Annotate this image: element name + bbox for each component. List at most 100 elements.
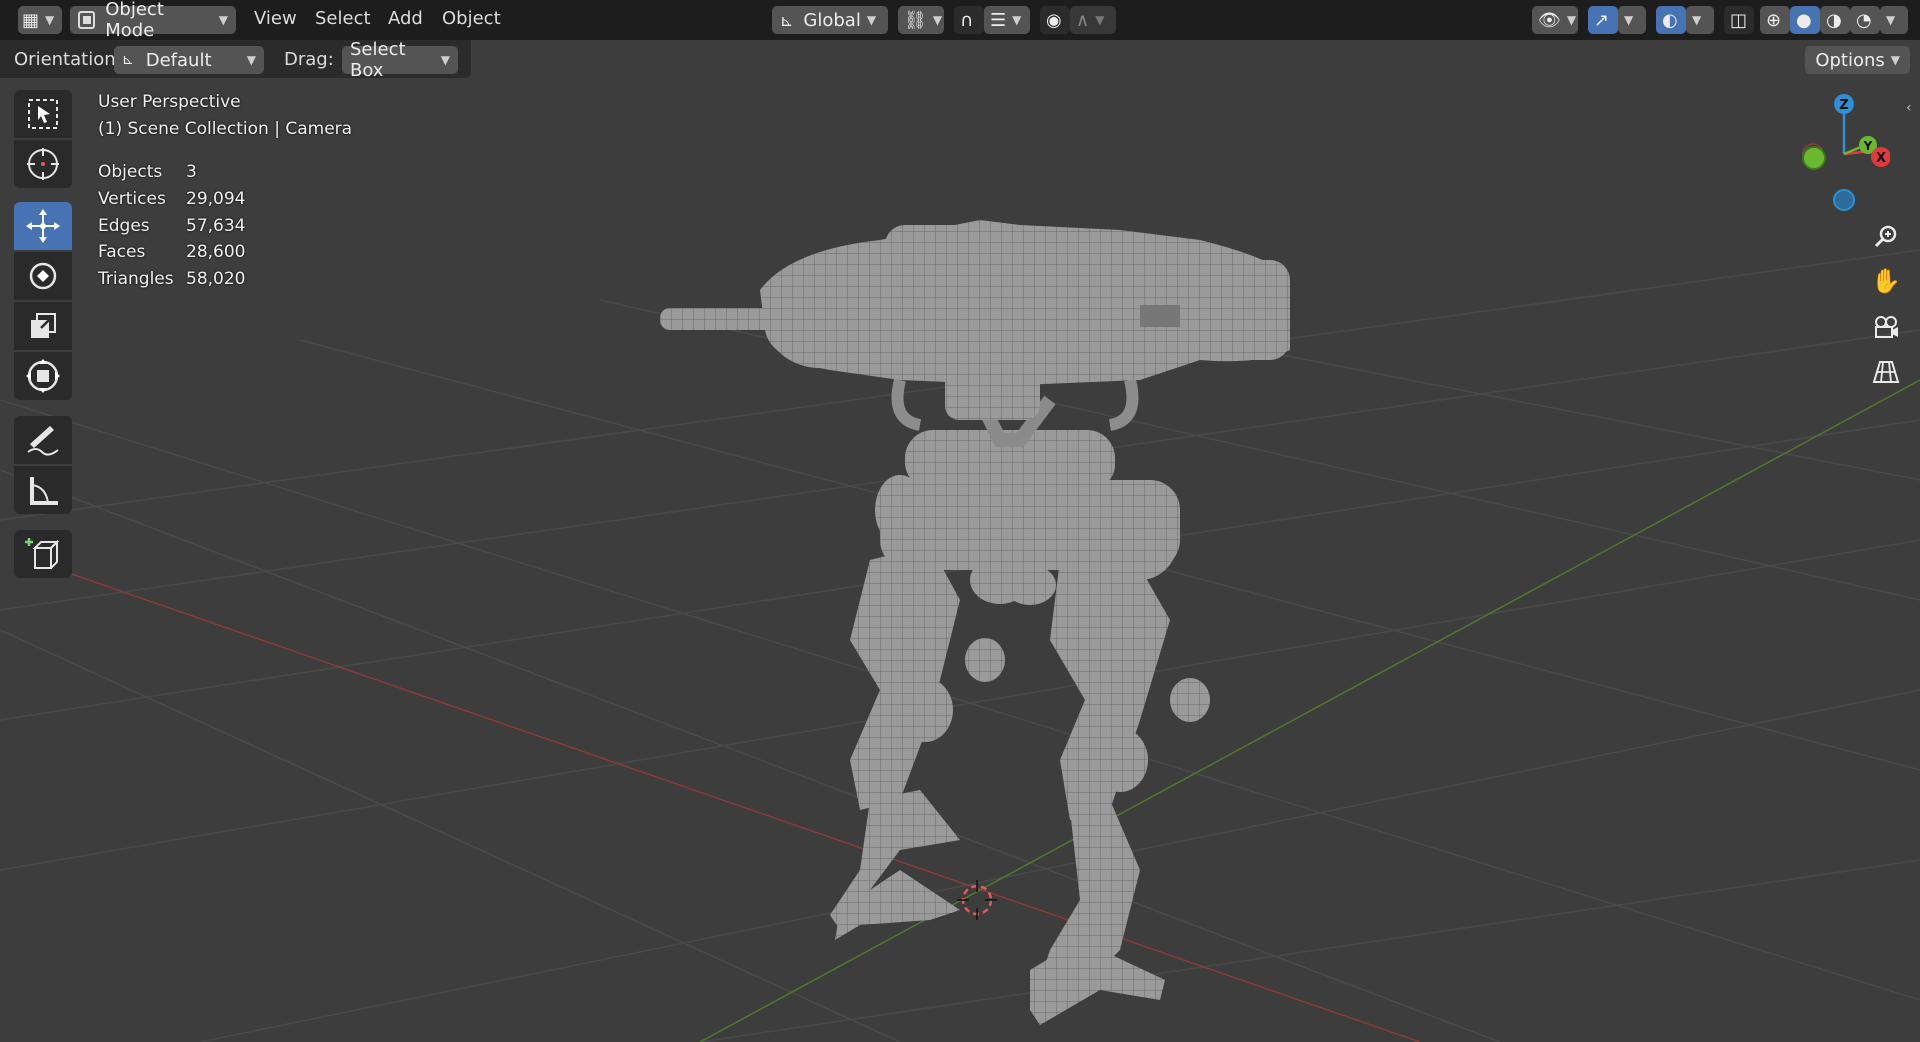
shading-options[interactable]: ▼ (1880, 6, 1908, 34)
proportional-falloff-select[interactable]: ∧ ▼ (1070, 6, 1116, 34)
solid-sphere-icon: ● (1796, 9, 1812, 31)
material-sphere-icon: ◑ (1826, 9, 1842, 31)
hand-icon: ✋ (1871, 267, 1901, 295)
annotate-tool[interactable] (14, 416, 72, 464)
chevron-down-icon: ▼ (246, 53, 256, 67)
measure-tool[interactable] (14, 466, 72, 514)
drag-select[interactable]: Select Box ▼ (342, 39, 458, 81)
stat-label: Faces (98, 242, 146, 262)
magnet-icon: ∩ (960, 9, 974, 31)
chevron-down-icon: ▼ (218, 13, 228, 27)
perspective-toggle-button[interactable] (1868, 354, 1904, 390)
chevron-down-icon: ▼ (1012, 13, 1022, 27)
shading-material-button[interactable]: ◑ (1820, 6, 1850, 34)
transform-icon (26, 359, 60, 393)
collection-info: (1) Scene Collection | Camera (98, 119, 353, 139)
view-name: User Perspective (98, 92, 241, 112)
viewport-header: ▦ ▼ Object Mode ▼ View Select Add Object … (0, 0, 1920, 41)
snap-toggle[interactable]: ∩ (954, 6, 984, 34)
zoom-button[interactable] (1868, 218, 1904, 254)
chevron-down-icon: ▼ (1624, 13, 1634, 27)
chevron-down-icon: ▼ (440, 53, 450, 67)
stat-value: 28,600 (186, 242, 246, 262)
chevron-down-icon: ▼ (866, 13, 877, 27)
overlays-icon: ◐ (1662, 9, 1678, 31)
tool-settings-bar: Orientation: ⊾ Default ▼ Drag: Select Bo… (0, 39, 471, 81)
navigation-gizmo[interactable]: Z Y X (1780, 88, 1890, 218)
stat-value: 3 (186, 162, 197, 182)
zoom-magnifier-icon (1874, 225, 1897, 248)
gizmo-icon: ↗ (1594, 9, 1610, 31)
gizmo-y-label: Y (1863, 139, 1873, 153)
chevron-down-icon: ▼ (45, 13, 55, 27)
chevron-down-icon: ▼ (932, 13, 943, 27)
stat-label: Objects (98, 162, 163, 182)
pivot-point-select[interactable]: ⛓ ▼ (898, 6, 944, 34)
drag-label: Drag: (284, 49, 334, 70)
overlays-toggle[interactable]: ◐ (1656, 6, 1686, 34)
orientation-label: Orientation: (14, 49, 122, 70)
snap-target-select[interactable]: ☰ ▼ (984, 6, 1030, 34)
camera-view-button[interactable] (1868, 309, 1904, 345)
stat-value: 58,020 (186, 269, 246, 289)
options-label: Options (1815, 49, 1885, 71)
pan-button[interactable]: ✋ (1868, 263, 1904, 299)
stat-value: 57,634 (186, 216, 246, 236)
scale-icon (31, 313, 56, 338)
sidebar-toggle-arrow[interactable]: ‹ (1906, 100, 1912, 116)
proportional-edit-toggle[interactable]: ◉ (1040, 6, 1070, 34)
menu-object[interactable]: Object (442, 8, 501, 29)
grid-editor-icon: ▦ (22, 9, 40, 31)
orientation-value: Default (145, 49, 212, 71)
annotate-icon (27, 426, 59, 456)
drag-value: Select Box (350, 39, 406, 81)
chevron-down-icon: ▼ (1890, 53, 1900, 67)
move-tool[interactable] (14, 202, 72, 250)
options-button[interactable]: Options ▼ (1805, 46, 1910, 74)
chevron-down-icon: ▼ (1692, 13, 1702, 27)
add-cube-tool[interactable] (14, 530, 72, 578)
cursor-icon (27, 148, 59, 180)
gizmo-toggle[interactable]: ↗ (1588, 6, 1618, 34)
measure-icon (30, 477, 58, 505)
orientation-select[interactable]: ⊾ Default ▼ (114, 46, 264, 74)
select-box-tool[interactable] (14, 90, 72, 138)
xray-toggle[interactable]: ◫ (1724, 6, 1754, 34)
shading-wireframe-button[interactable]: ⊕ (1760, 6, 1790, 34)
rotate-icon (29, 262, 57, 290)
rotate-tool[interactable] (14, 252, 72, 300)
gizmo-options[interactable]: ▼ (1618, 6, 1646, 34)
viewport-canvas[interactable] (0, 0, 1920, 1042)
wireframe-sphere-icon: ⊕ (1766, 9, 1782, 31)
object-mode-icon (78, 11, 96, 29)
perspective-grid-icon (1872, 361, 1900, 383)
scale-tool[interactable] (14, 302, 72, 350)
stat-value: 29,094 (186, 189, 246, 209)
shading-rendered-button[interactable]: ◔ (1850, 6, 1880, 34)
mode-select[interactable]: Object Mode ▼ (70, 0, 236, 41)
gizmo-neg-z-handle (1833, 189, 1855, 211)
menu-select[interactable]: Select (315, 8, 371, 29)
menu-view[interactable]: View (254, 8, 297, 29)
falloff-curve-icon: ∧ (1076, 9, 1090, 31)
transform-orientation-label: Global (803, 9, 861, 31)
stat-label: Edges (98, 216, 150, 236)
transform-tool[interactable] (14, 352, 72, 400)
cursor-tool[interactable] (14, 140, 72, 188)
move-icon (26, 209, 60, 243)
shading-solid-button[interactable]: ● (1790, 6, 1820, 34)
eye-icon: 👁 (1538, 9, 1561, 31)
chevron-down-icon: ▼ (1886, 13, 1896, 27)
chevron-down-icon: ▼ (1095, 13, 1105, 27)
menu-add[interactable]: Add (388, 8, 423, 29)
visibility-select[interactable]: 👁 ▼ (1532, 6, 1578, 34)
snap-increment-icon: ☰ (990, 9, 1007, 31)
editor-type-button[interactable]: ▦ ▼ (18, 6, 62, 34)
camera-icon (1875, 316, 1898, 338)
gizmo-x-label: X (1876, 151, 1886, 166)
chevron-down-icon: ▼ (1566, 13, 1577, 27)
overlays-options[interactable]: ▼ (1686, 6, 1714, 34)
stat-label: Triangles (98, 269, 174, 289)
rendered-sphere-icon: ◔ (1856, 9, 1872, 31)
transform-orientation-select[interactable]: ⊾ Global ▼ (772, 6, 888, 34)
